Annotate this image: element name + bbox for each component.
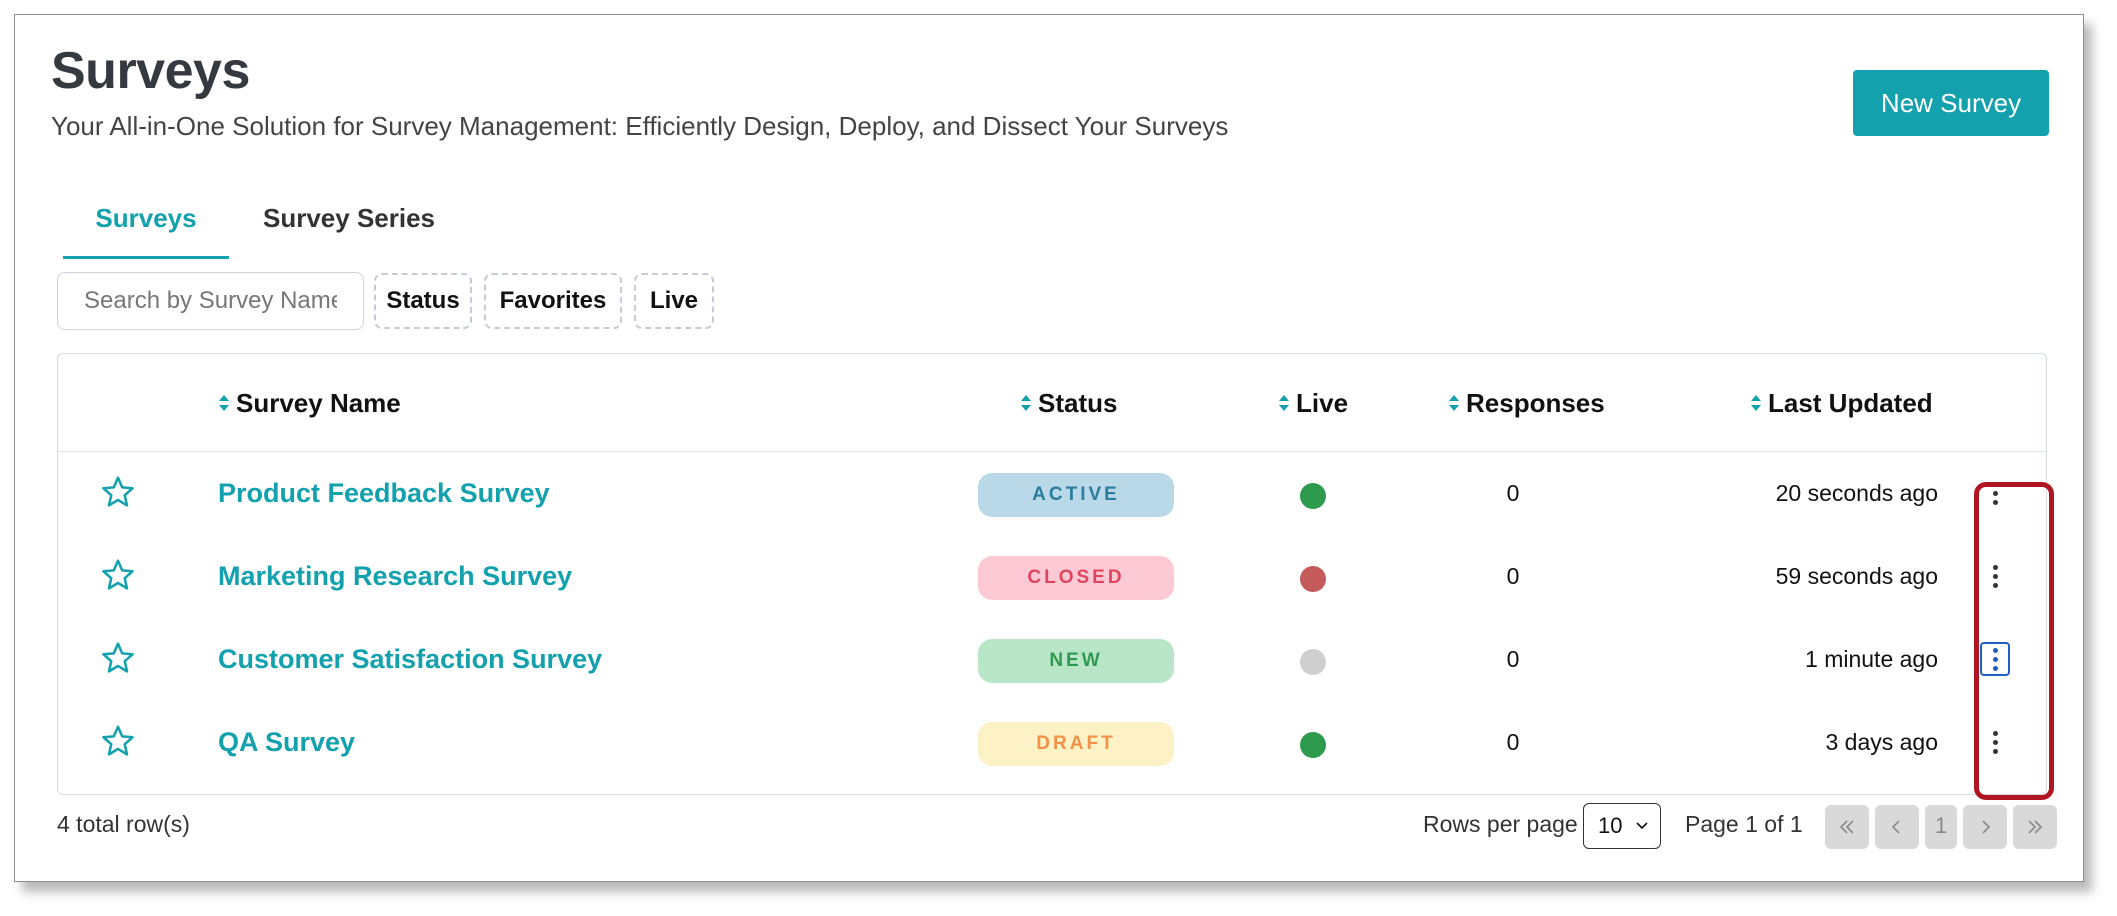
prev-page-button[interactable] xyxy=(1875,805,1919,849)
row-actions-button[interactable] xyxy=(1980,476,2010,510)
rows-per-page-value: 10 xyxy=(1598,813,1623,838)
responses-count: 0 xyxy=(1506,480,1520,506)
survey-name-link[interactable]: Marketing Research Survey xyxy=(218,535,572,618)
survey-name-link[interactable]: Customer Satisfaction Survey xyxy=(218,618,602,701)
star-outline-icon[interactable] xyxy=(100,723,136,759)
favorites-filter-button[interactable]: Favorites xyxy=(484,273,622,329)
column-label: Survey Name xyxy=(236,388,401,418)
page-number-button[interactable]: 1 xyxy=(1925,805,1957,849)
column-label: Responses xyxy=(1466,388,1605,418)
page-title: Surveys xyxy=(51,42,250,100)
total-rows-count: 4 total row(s) xyxy=(57,811,190,837)
table-row: Marketing Research Survey CLOSED 0 59 se… xyxy=(58,535,2046,618)
last-page-button[interactable] xyxy=(2013,805,2057,849)
sort-icon xyxy=(1279,395,1289,412)
rows-per-page-label: Rows per page xyxy=(1423,811,1578,837)
survey-name-link[interactable]: QA Survey xyxy=(218,701,355,784)
column-label: Last Updated xyxy=(1768,388,1933,418)
last-updated: 3 days ago xyxy=(1825,729,1938,755)
star-outline-icon[interactable] xyxy=(100,474,136,510)
sort-icon xyxy=(1449,395,1459,412)
live-indicator xyxy=(1300,732,1326,758)
responses-count: 0 xyxy=(1506,563,1520,589)
star-outline-icon[interactable] xyxy=(100,557,136,593)
column-live[interactable]: Live xyxy=(1278,354,1348,452)
sort-icon xyxy=(1751,395,1761,412)
tab-bar: Surveys Survey Series xyxy=(63,191,469,259)
sort-icon xyxy=(1021,395,1031,412)
surveys-table: Survey Name Status Live Responses Last U… xyxy=(57,353,2047,795)
first-page-icon xyxy=(1839,820,1854,834)
live-indicator xyxy=(1300,483,1326,509)
status-filter-button[interactable]: Status xyxy=(374,273,472,329)
table-row: Product Feedback Survey ACTIVE 0 20 seco… xyxy=(58,452,2046,535)
page-info: Page 1 of 1 xyxy=(1685,811,1803,837)
column-last-updated[interactable]: Last Updated xyxy=(1750,354,1933,452)
responses-count: 0 xyxy=(1506,646,1520,672)
first-page-button[interactable] xyxy=(1825,805,1869,849)
chevron-down-icon xyxy=(1636,822,1648,830)
status-badge: ACTIVE xyxy=(978,473,1174,517)
table-row: QA Survey DRAFT 0 3 days ago xyxy=(58,701,2046,784)
live-filter-button[interactable]: Live xyxy=(634,273,714,329)
last-updated: 20 seconds ago xyxy=(1775,480,1938,506)
survey-name-link[interactable]: Product Feedback Survey xyxy=(218,452,550,535)
last-page-icon xyxy=(2028,820,2043,834)
responses-count: 0 xyxy=(1506,729,1520,755)
row-actions-button[interactable] xyxy=(1980,642,2010,676)
next-page-icon xyxy=(1982,820,1991,834)
column-label: Live xyxy=(1296,388,1349,418)
live-indicator xyxy=(1300,649,1326,675)
row-actions-button[interactable] xyxy=(1980,725,2010,759)
new-survey-button[interactable]: New Survey xyxy=(1853,70,2049,136)
last-updated: 1 minute ago xyxy=(1805,646,1938,672)
last-updated: 59 seconds ago xyxy=(1775,563,1938,589)
sort-icon xyxy=(219,395,229,412)
column-responses[interactable]: Responses xyxy=(1448,354,1605,452)
search-input[interactable] xyxy=(57,272,364,330)
status-badge: DRAFT xyxy=(978,722,1174,766)
table-header: Survey Name Status Live Responses Last U… xyxy=(58,354,2046,452)
column-label: Status xyxy=(1038,388,1118,418)
live-indicator xyxy=(1300,566,1326,592)
column-survey-name[interactable]: Survey Name xyxy=(218,354,401,452)
table-row: Customer Satisfaction Survey NEW 0 1 min… xyxy=(58,618,2046,701)
status-badge: NEW xyxy=(978,639,1174,683)
surveys-panel: Surveys Your All-in-One Solution for Sur… xyxy=(14,14,2084,882)
status-badge: CLOSED xyxy=(978,556,1174,600)
tab-survey-series[interactable]: Survey Series xyxy=(229,191,469,259)
row-actions-button[interactable] xyxy=(1980,559,2010,593)
rows-per-page-select[interactable]: 10 xyxy=(1583,803,1661,849)
page-subtitle: Your All-in-One Solution for Survey Mana… xyxy=(51,111,1229,141)
tab-surveys[interactable]: Surveys xyxy=(63,191,229,259)
next-page-button[interactable] xyxy=(1963,805,2007,849)
star-outline-icon[interactable] xyxy=(100,640,136,676)
column-status[interactable]: Status xyxy=(1020,354,1117,452)
prev-page-icon xyxy=(1891,820,1900,834)
